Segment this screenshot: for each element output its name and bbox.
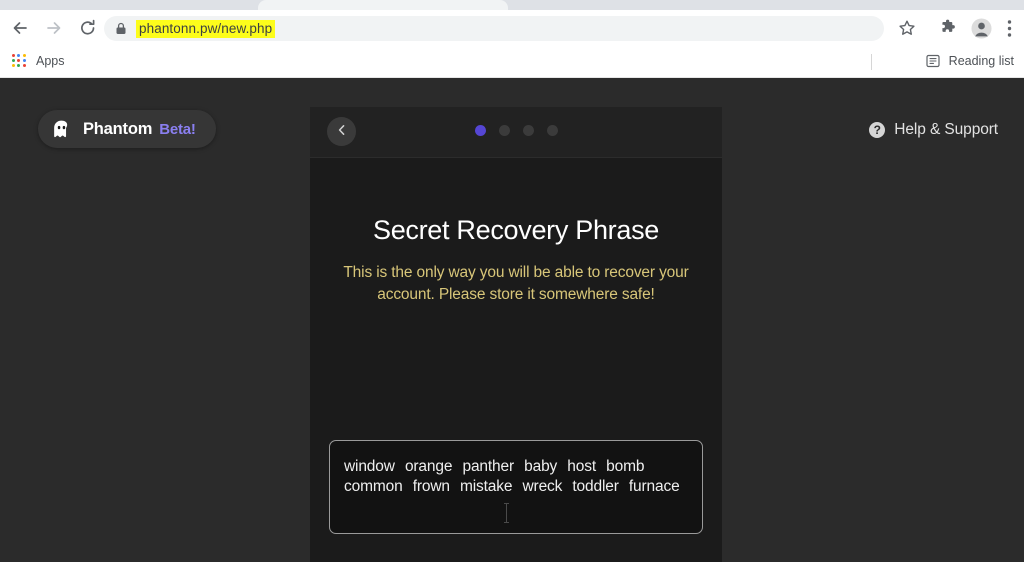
- page-content: Phantom Beta! ? Help & Support Secret Re…: [0, 78, 1024, 562]
- tab-strip-empty-area: [508, 0, 1024, 10]
- reading-list-icon: [926, 54, 941, 69]
- page-title: Secret Recovery Phrase: [372, 215, 660, 245]
- bookmark-star-icon[interactable]: [896, 17, 918, 39]
- profile-avatar-icon[interactable]: [970, 17, 992, 39]
- arrow-left-icon: [10, 18, 30, 38]
- reload-button[interactable]: [76, 16, 100, 40]
- brand-beta-badge: Beta!: [159, 120, 196, 138]
- warning-text: This is the only way you will be able to…: [343, 264, 689, 304]
- card-header: [310, 107, 722, 158]
- question-mark-circle-icon: ?: [869, 122, 886, 138]
- reading-list-button[interactable]: Reading list: [922, 49, 1018, 73]
- url-text[interactable]: phantonn.pw/new.php: [136, 19, 276, 38]
- lock-icon: [114, 22, 127, 35]
- seed-phrase-words: window orange panther baby host bomb com…: [344, 458, 680, 495]
- forward-button[interactable]: [42, 16, 66, 40]
- phantom-onboarding-card: Secret Recovery Phrase This is the only …: [310, 107, 722, 562]
- reload-icon: [78, 18, 98, 38]
- apps-grid-icon: [12, 53, 27, 69]
- seed-phrase-box[interactable]: window orange panther baby host bomb com…: [329, 440, 703, 534]
- bookmark-item-apps[interactable]: Apps: [6, 49, 71, 73]
- tab-strip: [0, 0, 1024, 10]
- reading-list-label: Reading list: [948, 54, 1014, 68]
- back-button[interactable]: [8, 16, 32, 40]
- step-dot-1[interactable]: [474, 125, 486, 136]
- bookmarks-separator: [871, 54, 872, 70]
- three-dot-menu-icon[interactable]: [1002, 17, 1016, 39]
- step-indicator-dots: [310, 125, 722, 136]
- browser-chrome: phantonn.pw/new.php Apps Reading list: [0, 0, 1024, 78]
- step-dot-4[interactable]: [546, 125, 558, 136]
- bookmarks-bar: Apps Reading list: [0, 46, 1024, 78]
- text-cursor-icon: [504, 503, 509, 523]
- step-dot-2[interactable]: [498, 125, 510, 136]
- browser-toolbar: phantonn.pw/new.php: [0, 10, 1024, 46]
- phantom-brand-pill: Phantom Beta!: [38, 110, 216, 148]
- arrow-right-icon: [44, 18, 64, 38]
- extensions-puzzle-icon[interactable]: [937, 17, 959, 39]
- apps-label: Apps: [36, 54, 65, 68]
- active-tab[interactable]: [258, 0, 508, 10]
- help-and-support-link[interactable]: ? Help & Support: [869, 121, 998, 139]
- address-bar[interactable]: phantonn.pw/new.php: [104, 16, 884, 41]
- brand-name: Phantom: [83, 119, 153, 138]
- help-and-support-label: Help & Support: [894, 121, 998, 138]
- ghost-icon: [51, 119, 72, 140]
- step-dot-3[interactable]: [522, 125, 534, 136]
